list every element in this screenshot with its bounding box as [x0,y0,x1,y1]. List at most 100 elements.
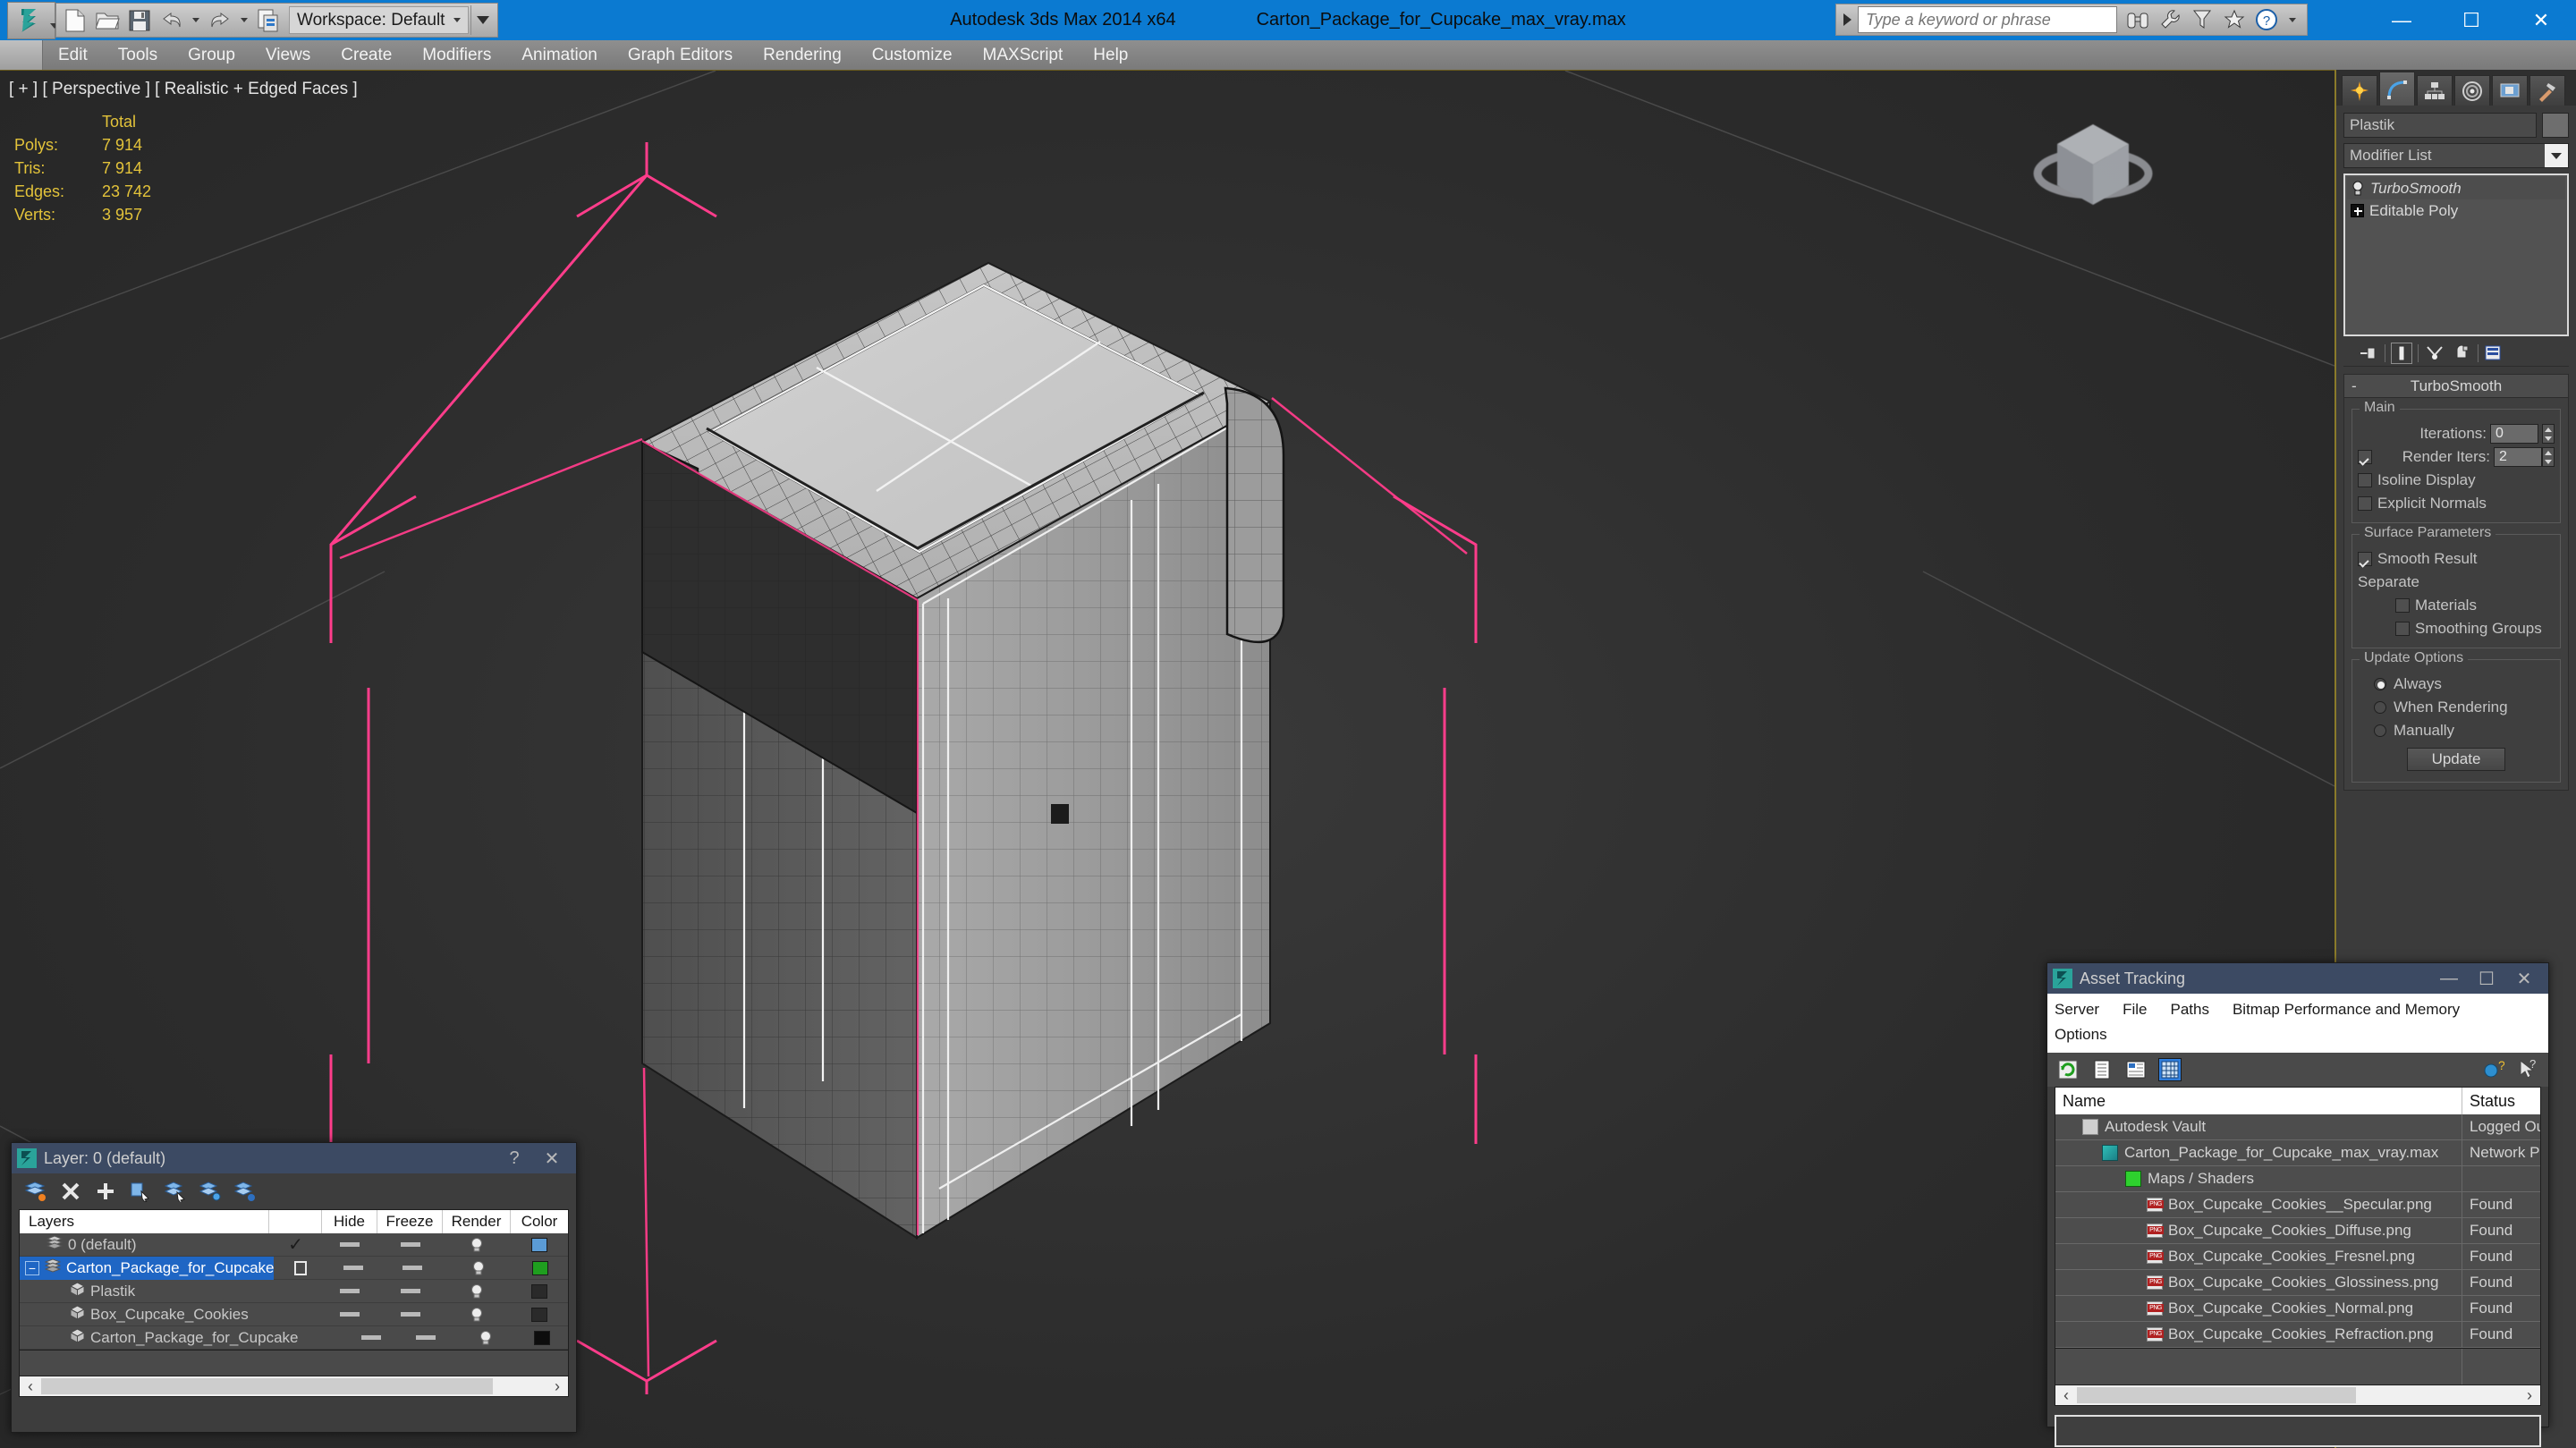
layer-hide-cell[interactable] [346,1326,396,1350]
scroll-left-icon[interactable]: ‹ [2055,1386,2077,1405]
asset-name-cell[interactable]: Carton_Package_for_Cupcake_max_vray.max [2055,1140,2462,1165]
chevron-down-icon[interactable] [2545,144,2568,167]
select-objects-in-layer-icon[interactable] [129,1180,152,1203]
menu-item-views[interactable]: Views [250,40,326,70]
layer-active-cell[interactable] [274,1257,326,1280]
utilities-tab[interactable] [2529,75,2565,106]
set-layer-to-selection-icon[interactable] [233,1180,257,1203]
asset-row[interactable]: Box_Cupcake_Cookies_Fresnel.png Found [2055,1244,2540,1270]
column-name[interactable]: Name [2055,1088,2462,1114]
project-folder-icon[interactable] [253,5,284,35]
asset-maximize-button[interactable]: ☐ [2468,968,2505,990]
layer-name-cell[interactable]: Carton_Package_for_Cupcake [20,1326,298,1350]
layer-render-cell[interactable] [443,1303,511,1326]
menu-item-server[interactable]: Server [2055,997,2099,1022]
asset-name-cell[interactable]: Box_Cupcake_Cookies_Fresnel.png [2055,1244,2462,1269]
smooth-result-checkbox[interactable] [2358,552,2372,566]
layer-render-cell[interactable] [445,1257,512,1280]
asset-row[interactable]: Autodesk Vault Logged Ou [2055,1114,2540,1140]
save-file-icon[interactable] [124,5,155,35]
refresh-icon[interactable] [2056,1058,2080,1081]
layer-dialog-help-button[interactable]: ? [496,1148,533,1169]
expand-plus-icon[interactable] [2351,204,2364,217]
undo-dropdown-icon[interactable] [192,18,199,22]
open-file-icon[interactable] [92,5,123,35]
context-help-icon[interactable]: ? [2516,1058,2539,1081]
layer-hide-cell[interactable] [326,1257,381,1280]
menu-item-rendering[interactable]: Rendering [748,40,857,70]
menu-item-graph-editors[interactable]: Graph Editors [613,40,748,70]
asset-name-cell[interactable]: Box_Cupcake_Cookies__Specular.png [2055,1192,2462,1217]
layer-render-cell[interactable] [443,1233,511,1257]
asset-name-cell[interactable]: Box_Cupcake_Cookies_Diffuse.png [2055,1218,2462,1243]
materials-checkbox[interactable] [2395,598,2410,613]
help-icon[interactable]: ? [2253,6,2280,33]
layer-render-cell[interactable] [443,1280,511,1303]
collapse-minus-icon[interactable]: − [25,1260,39,1275]
when-rendering-radio[interactable] [2374,701,2386,714]
layer-row[interactable]: 0 (default) ✓ [20,1233,568,1257]
remove-modifier-icon[interactable] [2451,343,2472,364]
update-option-when-rendering[interactable]: When Rendering [2358,696,2555,719]
viewport-label[interactable]: [ + ] [ Perspective ] [ Realistic + Edge… [9,80,358,99]
layer-color-cell[interactable] [512,1257,568,1280]
layer-color-cell[interactable] [511,1303,568,1326]
layer-freeze-cell[interactable] [377,1280,443,1303]
layer-freeze-cell[interactable] [377,1233,443,1257]
modifier-list-dropdown[interactable]: Modifier List [2343,143,2569,168]
menu-item-customize[interactable]: Customize [857,40,968,70]
redo-icon[interactable] [205,5,235,35]
scroll-left-icon[interactable]: ‹ [20,1377,41,1396]
asset-horizontal-scrollbar[interactable]: ‹ › [2055,1384,2541,1406]
asset-row[interactable]: Box_Cupcake_Cookies_Diffuse.png Found [2055,1218,2540,1244]
list-view-icon[interactable] [2090,1058,2114,1081]
layer-hide-cell[interactable] [322,1233,377,1257]
layer-active-cell[interactable] [269,1303,322,1326]
layer-row[interactable]: Carton_Package_for_Cupcake [20,1326,568,1350]
modify-tab[interactable] [2379,72,2415,106]
iterations-value[interactable]: 0 [2490,424,2538,444]
menu-item-maxscript[interactable]: MAXScript [968,40,1079,70]
update-button[interactable]: Update [2407,748,2505,771]
object-name-field[interactable]: Plastik [2343,113,2537,138]
update-option-manually[interactable]: Manually [2358,719,2555,742]
render-iters-spinner[interactable] [2542,447,2555,467]
details-view-icon[interactable] [2124,1058,2148,1081]
help-globe-icon[interactable]: ? [2482,1058,2505,1081]
grid-view-icon[interactable] [2158,1058,2182,1081]
menu-item-edit[interactable]: Edit [43,40,103,70]
render-iters-checkbox[interactable] [2358,450,2372,464]
rollout-collapse-icon[interactable]: - [2351,377,2357,395]
layer-active-cell[interactable]: ✓ [269,1233,322,1257]
asset-name-cell[interactable]: Box_Cupcake_Cookies_Refraction.png [2055,1322,2462,1347]
layer-horizontal-scrollbar[interactable]: ‹ › [19,1376,569,1397]
minimize-button[interactable]: — [2367,0,2436,40]
show-end-result-icon[interactable] [2391,342,2412,364]
asset-row[interactable]: Box_Cupcake_Cookies_Refraction.png Found [2055,1322,2540,1348]
manually-radio[interactable] [2374,724,2386,737]
layer-row[interactable]: − Carton_Package_for_Cupcake [20,1256,568,1280]
delete-layer-icon[interactable] [59,1180,82,1203]
layer-color-cell[interactable] [516,1326,568,1350]
star-icon[interactable] [2221,6,2248,33]
layer-hide-cell[interactable] [322,1280,377,1303]
scroll-right-icon[interactable]: › [547,1377,568,1396]
display-tab[interactable] [2492,75,2528,106]
smoothing-groups-checkbox[interactable] [2395,622,2410,636]
funnel-icon[interactable] [2189,6,2216,33]
asset-row[interactable]: Maps / Shaders [2055,1166,2540,1192]
infocenter-expand-icon[interactable] [1836,4,1858,35]
object-color-swatch[interactable] [2542,113,2569,138]
layer-name-cell[interactable]: 0 (default) [20,1233,269,1257]
stack-item-turbosmooth[interactable]: TurboSmooth [2347,177,2565,199]
light-bulb-icon[interactable] [2351,181,2365,197]
menu-item-file[interactable]: File [2123,997,2147,1022]
scroll-thumb[interactable] [2077,1387,2356,1403]
asset-name-cell[interactable]: Autodesk Vault [2055,1114,2462,1139]
asset-name-cell[interactable]: Box_Cupcake_Cookies_Normal.png [2055,1296,2462,1321]
scroll-right-icon[interactable]: › [2519,1386,2540,1405]
wrench-icon[interactable] [2157,6,2183,33]
stack-item-editable-poly[interactable]: Editable Poly [2347,199,2565,222]
update-option-always[interactable]: Always [2358,673,2555,696]
menu-item-paths[interactable]: Paths [2170,997,2208,1022]
